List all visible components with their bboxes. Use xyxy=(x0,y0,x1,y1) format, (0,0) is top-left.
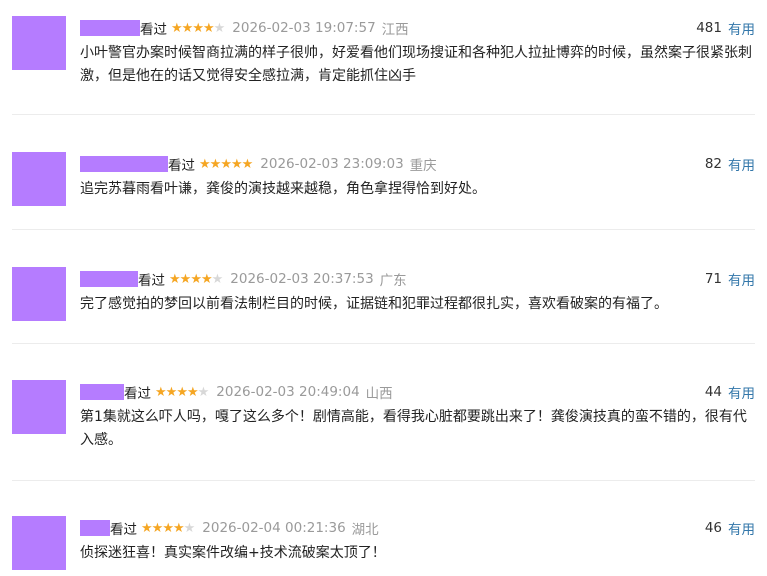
star-filled-icon: ★ xyxy=(241,156,254,172)
star-filled-icon: ★ xyxy=(220,156,232,172)
comment-list: 看过 ★ ★ ★ ★ ★ 2026-02-03 19:07:57 江西 481 有用 小… xyxy=(0,0,767,576)
comment-location: 山西 xyxy=(365,386,393,402)
comment-location: 江西 xyxy=(381,22,409,38)
useful-vote: 82 有用 xyxy=(705,152,755,176)
username[interactable] xyxy=(80,520,110,536)
useful-count: 82 xyxy=(704,156,722,172)
watch-status: 看过 xyxy=(138,273,165,289)
divider xyxy=(12,480,755,481)
star-filled-icon: ★ xyxy=(165,384,178,400)
avatar[interactable] xyxy=(12,267,66,321)
useful-count: 71 xyxy=(704,271,722,287)
comment-meta: 看过 ★ ★ ★ ★ ★ 2026-02-03 19:07:57 江西 xyxy=(80,16,409,40)
comment-location: 广东 xyxy=(379,273,407,289)
watch-status: 看过 xyxy=(110,522,137,538)
useful-button[interactable]: 有用 xyxy=(728,154,755,174)
useful-vote: 44 有用 xyxy=(705,380,755,404)
star-filled-icon: ★ xyxy=(186,384,199,400)
useful-button[interactable]: 有用 xyxy=(728,382,755,402)
star-filled-icon: ★ xyxy=(209,156,222,172)
comment-text: 追完苏暮雨看叶谦，龚俊的演技越来越稳，角色拿捏得恰到好处。 xyxy=(80,181,486,197)
star-empty-icon: ★ xyxy=(211,271,224,287)
comment-meta: 看过 ★ ★ ★ ★ ★ 2026-02-04 00:21:36 湖北 xyxy=(80,516,379,540)
username[interactable] xyxy=(80,271,138,287)
star-empty-icon: ★ xyxy=(197,384,210,400)
divider xyxy=(12,229,755,230)
useful-count: 46 xyxy=(704,520,722,536)
comment-time: 2026-02-04 00:21:36 xyxy=(202,520,346,536)
avatar[interactable] xyxy=(12,152,66,206)
star-filled-icon: ★ xyxy=(155,384,167,400)
star-filled-icon: ★ xyxy=(200,271,213,287)
rating-stars: ★ ★ ★ ★ ★ xyxy=(171,20,226,36)
useful-count: 481 xyxy=(696,20,722,36)
star-filled-icon: ★ xyxy=(192,20,204,36)
avatar[interactable] xyxy=(12,516,66,570)
star-filled-icon: ★ xyxy=(181,20,194,36)
username[interactable] xyxy=(80,20,140,36)
divider xyxy=(12,343,755,344)
comment-location: 重庆 xyxy=(409,158,437,174)
comment-text: 完了感觉拍的梦回以前看法制栏目的时候，证据链和犯罪过程都很扎实，喜欢看破案的有福… xyxy=(80,296,668,312)
star-filled-icon: ★ xyxy=(190,271,202,287)
comment-text: 第1集就这么吓人吗，嘎了这么多个！剧情高能，看得我心脏都要跳出来了！龚俊演技真的… xyxy=(80,409,747,448)
useful-button[interactable]: 有用 xyxy=(728,18,755,38)
avatar[interactable] xyxy=(12,380,66,434)
star-filled-icon: ★ xyxy=(172,520,185,536)
star-filled-icon: ★ xyxy=(202,20,215,36)
useful-button[interactable]: 有用 xyxy=(728,518,755,538)
comment-meta: 看过 ★ ★ ★ ★ ★ 2026-02-03 20:37:53 广东 xyxy=(80,267,407,291)
comment-time: 2026-02-03 19:07:57 xyxy=(232,20,376,36)
avatar[interactable] xyxy=(12,16,66,70)
useful-vote: 71 有用 xyxy=(705,267,755,291)
comment-meta: 看过 ★ ★ ★ ★ ★ 2026-02-03 20:49:04 山西 xyxy=(80,380,393,404)
rating-stars: ★ ★ ★ ★ ★ xyxy=(155,384,210,400)
star-filled-icon: ★ xyxy=(151,520,164,536)
useful-button[interactable]: 有用 xyxy=(728,269,755,289)
star-empty-icon: ★ xyxy=(213,20,226,36)
username[interactable] xyxy=(80,384,124,400)
comment-text: 小叶警官办案时候智商拉满的样子很帅，好爱看他们现场搜证和各种犯人拉扯博弈的时候，… xyxy=(80,45,752,84)
watch-status: 看过 xyxy=(124,386,151,402)
star-filled-icon: ★ xyxy=(199,156,211,172)
rating-stars: ★ ★ ★ ★ ★ xyxy=(169,271,224,287)
username[interactable] xyxy=(80,156,168,172)
comment-text: 侦探迷狂喜！真实案件改编+技术流破案太顶了！ xyxy=(80,545,386,561)
comment-time: 2026-02-03 20:49:04 xyxy=(216,384,360,400)
useful-vote: 46 有用 xyxy=(705,516,755,540)
divider xyxy=(12,114,755,115)
comment-meta: 看过 ★ ★ ★ ★ ★ 2026-02-03 23:09:03 重庆 xyxy=(80,152,437,176)
star-filled-icon: ★ xyxy=(176,384,188,400)
useful-count: 44 xyxy=(704,384,722,400)
star-filled-icon: ★ xyxy=(141,520,153,536)
rating-stars: ★ ★ ★ ★ ★ xyxy=(199,156,254,172)
star-filled-icon: ★ xyxy=(230,156,243,172)
useful-vote: 481 有用 xyxy=(696,16,755,40)
star-empty-icon: ★ xyxy=(183,520,196,536)
comment-time: 2026-02-03 20:37:53 xyxy=(230,271,374,287)
star-filled-icon: ★ xyxy=(169,271,181,287)
star-filled-icon: ★ xyxy=(179,271,192,287)
watch-status: 看过 xyxy=(168,158,195,174)
star-filled-icon: ★ xyxy=(162,520,174,536)
watch-status: 看过 xyxy=(140,22,167,38)
rating-stars: ★ ★ ★ ★ ★ xyxy=(141,520,196,536)
comment-location: 湖北 xyxy=(351,522,379,538)
star-filled-icon: ★ xyxy=(171,20,183,36)
comment-time: 2026-02-03 23:09:03 xyxy=(260,156,404,172)
